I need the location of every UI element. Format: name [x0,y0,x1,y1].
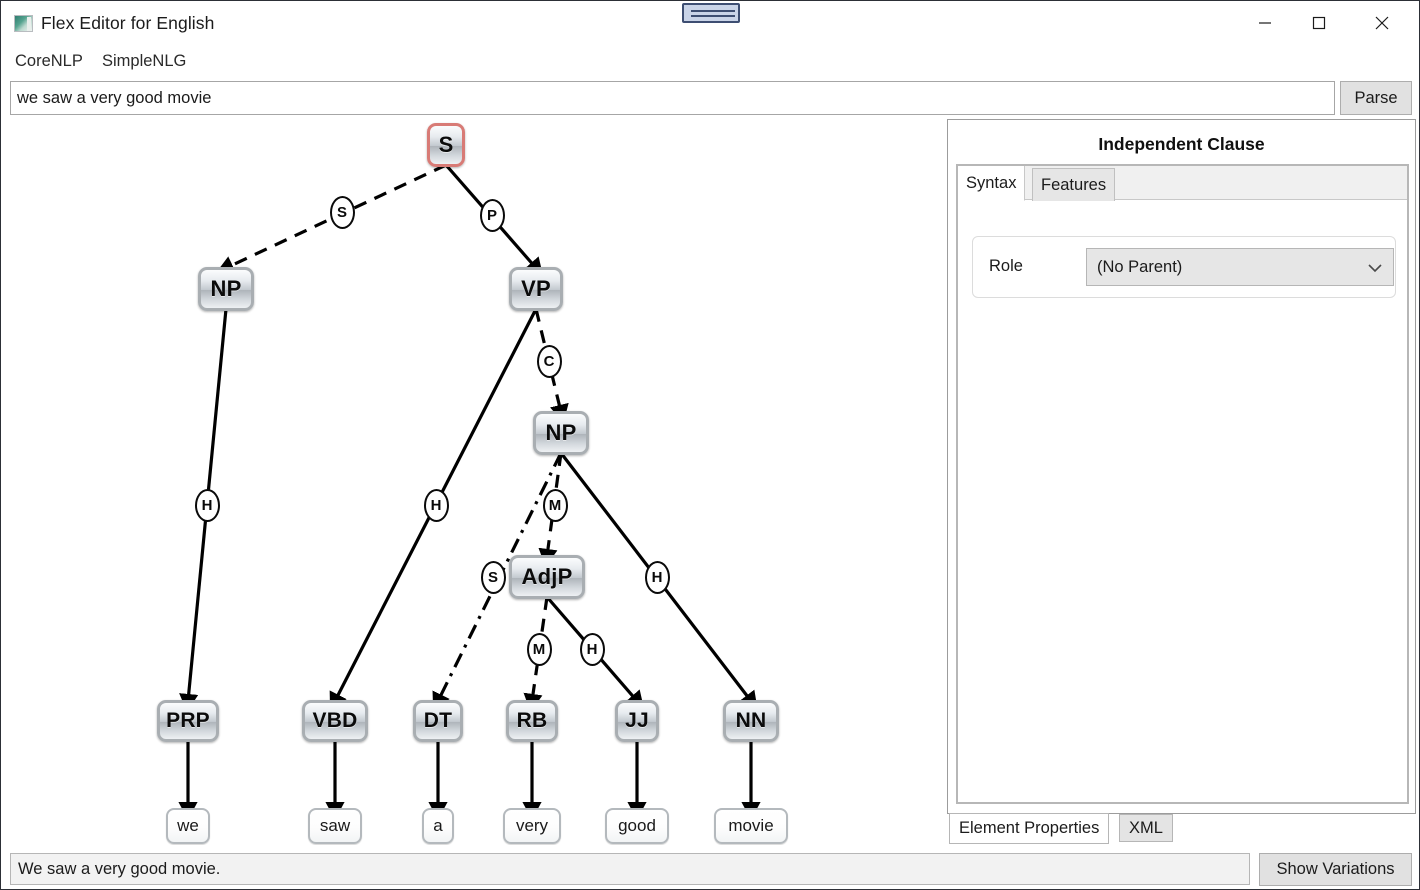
tab-xml[interactable]: XML [1119,814,1173,842]
status-bar: We saw a very good movie. Show Variation… [1,851,1419,889]
status-text: We saw a very good movie. [10,853,1250,885]
tree-node-np1[interactable]: NP [198,267,254,311]
parse-tree-canvas[interactable]: S NP VP NP AdjP PRP VBD DT RB JJ NN we saw a very good m… [6,119,938,845]
maximize-button[interactable] [1296,1,1342,45]
tree-node-prp[interactable]: PRP [157,700,219,742]
tree-leaf-w6[interactable]: movie [714,808,788,844]
panel-tab-strip: Syntax Features [958,166,1407,201]
element-properties-panel: Independent Clause Syntax Features Role … [947,119,1416,814]
window-snap-widget[interactable] [682,3,740,23]
tab-element-properties[interactable]: Element Properties [949,813,1110,844]
tab-syntax[interactable]: Syntax [958,166,1026,201]
panel-title: Independent Clause [1098,134,1265,154]
menu-bar: CoreNLP SimpleNLG [1,47,1419,77]
role-label: Role [989,257,1023,275]
role-select[interactable]: (No Parent) [1086,248,1394,286]
edge-label-s-np1[interactable]: S [329,195,355,229]
panel-bottom-tabs: Element Properties XML [947,813,1416,844]
sentence-input[interactable] [10,81,1335,115]
tree-leaf-w2[interactable]: saw [308,808,362,844]
edge-label-vp-np2[interactable]: C [536,344,562,378]
edge-label-np2-dt[interactable]: S [480,560,506,594]
tree-leaf-w5[interactable]: good [605,808,669,844]
chevron-down-icon [1368,264,1382,273]
tree-node-s[interactable]: S [427,123,465,167]
tree-node-nn[interactable]: NN [723,700,779,742]
edge-label-np2-nn[interactable]: H [644,560,670,594]
app-icon [14,15,33,32]
edge-label-np1-prp[interactable]: H [194,488,220,522]
edge-label-adjp-rb[interactable]: M [526,632,552,666]
title-bar: Flex Editor for English [1,1,1419,47]
tree-node-jj[interactable]: JJ [615,700,659,742]
parse-tree-edges [178,163,761,820]
edge-label-np2-adjp[interactable]: M [542,488,568,522]
snap-line-bottom [691,15,735,17]
tree-node-rb[interactable]: RB [506,700,558,742]
application-window: Flex Editor for English CoreNLP SimpleNL… [0,0,1420,890]
sentence-input-row: Parse [1,81,1419,117]
role-group: Role (No Parent) [972,236,1396,298]
show-variations-button[interactable]: Show Variations [1259,853,1412,886]
role-select-value: (No Parent) [1097,257,1183,276]
tree-node-adjp[interactable]: AdjP [509,555,585,599]
tree-node-vbd[interactable]: VBD [302,700,368,742]
tree-node-np2[interactable]: NP [533,411,589,455]
menu-item-simplenlg[interactable]: SimpleNLG [98,51,190,72]
snap-line-top [691,10,735,12]
panel-tab-area: Syntax Features Role (No Parent) [956,164,1409,804]
parse-button[interactable]: Parse [1340,81,1412,115]
tree-leaf-w4[interactable]: very [503,808,561,844]
tree-leaf-w1[interactable]: we [166,808,210,844]
close-button[interactable] [1359,1,1405,45]
minimize-button[interactable] [1242,1,1288,45]
tab-features[interactable]: Features [1032,168,1116,201]
edge-label-vp-vbd[interactable]: H [423,488,449,522]
tree-leaf-w3[interactable]: a [422,808,454,844]
edge-label-adjp-jj[interactable]: H [579,632,605,666]
menu-item-corenlp[interactable]: CoreNLP [11,51,87,72]
tree-node-dt[interactable]: DT [413,700,463,742]
tree-node-vp[interactable]: VP [509,267,563,311]
window-title: Flex Editor for English [41,13,215,33]
edge-label-s-vp[interactable]: P [479,198,505,232]
